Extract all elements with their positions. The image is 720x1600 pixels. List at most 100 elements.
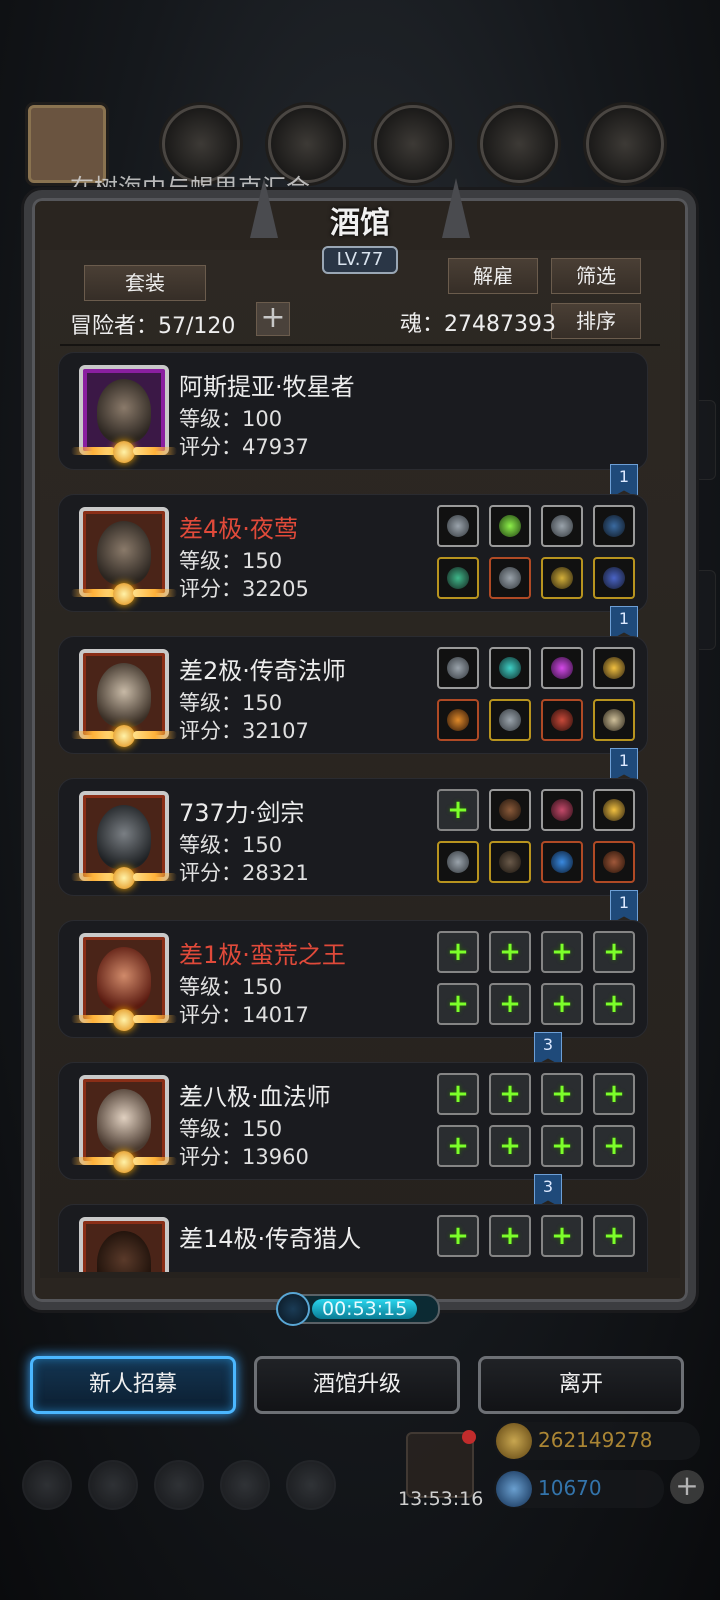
hero-name: 阿斯提亚·牧星者 (179, 373, 355, 401)
hero-list[interactable]: 阿斯提亚·牧星者 等级：100 评分：47937 1 差4极·夜莺 等级：150… (56, 352, 656, 1272)
equip-slot-empty[interactable]: + (437, 1073, 479, 1115)
equip-slot[interactable] (541, 505, 583, 547)
feature-icon-3[interactable] (374, 105, 452, 183)
hero-face (97, 805, 151, 869)
equip-item-icon (603, 515, 625, 537)
hero-card[interactable]: 737力·剑宗 等级：150 评分：28321 + (58, 778, 648, 896)
equip-slot[interactable] (489, 789, 531, 831)
equip-slot[interactable] (541, 699, 583, 741)
hero-card[interactable]: 差2极·传奇法师 等级：150 评分：32107 (58, 636, 648, 754)
hero-card[interactable]: 差八极·血法师 等级：150 评分：13960 + + + + + + + + (58, 1062, 648, 1180)
hero-card[interactable]: 差14极·传奇猎人 + + + + (58, 1204, 648, 1272)
equip-slot-empty[interactable]: + (593, 1073, 635, 1115)
outfit-button[interactable]: 套装 (84, 265, 206, 301)
equip-slot[interactable] (541, 647, 583, 689)
equip-slot-empty[interactable]: + (489, 1073, 531, 1115)
hero-face (97, 663, 151, 727)
equip-slot[interactable] (593, 789, 635, 831)
feature-icon-4[interactable] (480, 105, 558, 183)
team-badge: 1 (610, 606, 638, 640)
equip-slot-empty[interactable]: + (541, 1073, 583, 1115)
hero-portrait[interactable] (79, 1217, 169, 1272)
equip-slot-empty[interactable]: + (541, 983, 583, 1025)
add-equip-icon: + (603, 989, 625, 1019)
menu-icon-5[interactable] (286, 1460, 336, 1510)
hero-name: 差2极·传奇法师 (179, 657, 346, 685)
equip-slot[interactable] (437, 841, 479, 883)
equip-slot[interactable] (437, 557, 479, 599)
equip-slot[interactable] (489, 647, 531, 689)
equip-slot-empty[interactable]: + (593, 1125, 635, 1167)
filter-button[interactable]: 筛选 (551, 258, 641, 294)
equip-slot-empty[interactable]: + (593, 931, 635, 973)
equip-slot[interactable] (489, 505, 531, 547)
rank-wings (71, 1009, 177, 1031)
equip-slot-empty[interactable]: + (437, 983, 479, 1025)
equip-item-icon (603, 709, 625, 731)
hero-name: 737力·剑宗 (179, 799, 305, 827)
equip-slot-empty[interactable]: + (489, 1215, 531, 1257)
equip-slot-empty[interactable]: + (541, 1215, 583, 1257)
equip-slot[interactable] (541, 557, 583, 599)
equip-slot-empty[interactable]: + (489, 931, 531, 973)
hero-level: 等级：150 (179, 1117, 283, 1141)
rank-wings (71, 867, 177, 889)
equip-slot-empty[interactable]: + (541, 931, 583, 973)
leave-button[interactable]: 离开 (478, 1356, 684, 1414)
sort-button[interactable]: 排序 (551, 303, 641, 339)
equip-item-icon (499, 567, 521, 589)
equip-slot-empty[interactable]: + (489, 1125, 531, 1167)
menu-icon-1[interactable] (22, 1460, 72, 1510)
add-equip-icon: + (499, 1079, 521, 1109)
equip-slot[interactable] (593, 841, 635, 883)
equip-slot[interactable] (593, 557, 635, 599)
equip-slot[interactable] (593, 505, 635, 547)
add-currency-button[interactable]: + (670, 1470, 704, 1504)
equip-slot[interactable] (489, 699, 531, 741)
equip-item-icon (551, 799, 573, 821)
add-equip-icon: + (603, 1079, 625, 1109)
hero-level: 等级：150 (179, 549, 283, 573)
hero-score: 评分：13960 (179, 1145, 309, 1169)
equip-item-icon (551, 515, 573, 537)
equip-slot[interactable] (593, 647, 635, 689)
equip-slot[interactable] (437, 647, 479, 689)
dismiss-button[interactable]: 解雇 (448, 258, 538, 294)
equip-slot-empty[interactable]: + (437, 1215, 479, 1257)
equip-slot[interactable] (593, 699, 635, 741)
equip-item-icon (447, 851, 469, 873)
menu-icon-2[interactable] (88, 1460, 138, 1510)
hero-card[interactable]: 差4极·夜莺 等级：150 评分：32205 (58, 494, 648, 612)
equip-slot[interactable] (541, 841, 583, 883)
adventurer-count: 冒险者：57/120 (70, 314, 236, 339)
equip-slot[interactable] (489, 557, 531, 599)
equip-slot-empty[interactable]: + (593, 1215, 635, 1257)
hero-face (97, 1231, 151, 1272)
tavern-level-badge: LV.77 (322, 246, 398, 274)
equip-slot-empty[interactable]: + (541, 1125, 583, 1167)
menu-icon-3[interactable] (154, 1460, 204, 1510)
feature-icon-5[interactable] (586, 105, 664, 183)
add-equip-icon: + (603, 1221, 625, 1251)
equip-slot-empty[interactable]: + (593, 983, 635, 1025)
hero-card[interactable]: 阿斯提亚·牧星者 等级：100 评分：47937 (58, 352, 648, 470)
equip-item-icon (447, 657, 469, 679)
equip-slot[interactable] (541, 789, 583, 831)
expand-slots-button[interactable]: + (256, 302, 290, 336)
equip-slot-empty[interactable]: + (437, 931, 479, 973)
equip-slot-empty[interactable]: + (489, 983, 531, 1025)
upgrade-tavern-button[interactable]: 酒馆升级 (254, 1356, 460, 1414)
mail-icon[interactable] (220, 1460, 270, 1510)
equip-slot[interactable] (437, 699, 479, 741)
equip-item-icon (551, 657, 573, 679)
equip-slot-empty[interactable]: + (437, 789, 479, 831)
equip-slot-empty[interactable]: + (437, 1125, 479, 1167)
hero-card[interactable]: 差1极·蛮荒之王 等级：150 评分：14017 + + + + + + + + (58, 920, 648, 1038)
side-tab-1[interactable] (694, 400, 716, 480)
add-equip-icon: + (551, 1131, 573, 1161)
equip-slot[interactable] (489, 841, 531, 883)
recruit-button[interactable]: 新人招募 (30, 1356, 236, 1414)
hero-score: 评分：32107 (179, 719, 309, 743)
side-tab-2[interactable] (694, 570, 716, 650)
equip-slot[interactable] (437, 505, 479, 547)
